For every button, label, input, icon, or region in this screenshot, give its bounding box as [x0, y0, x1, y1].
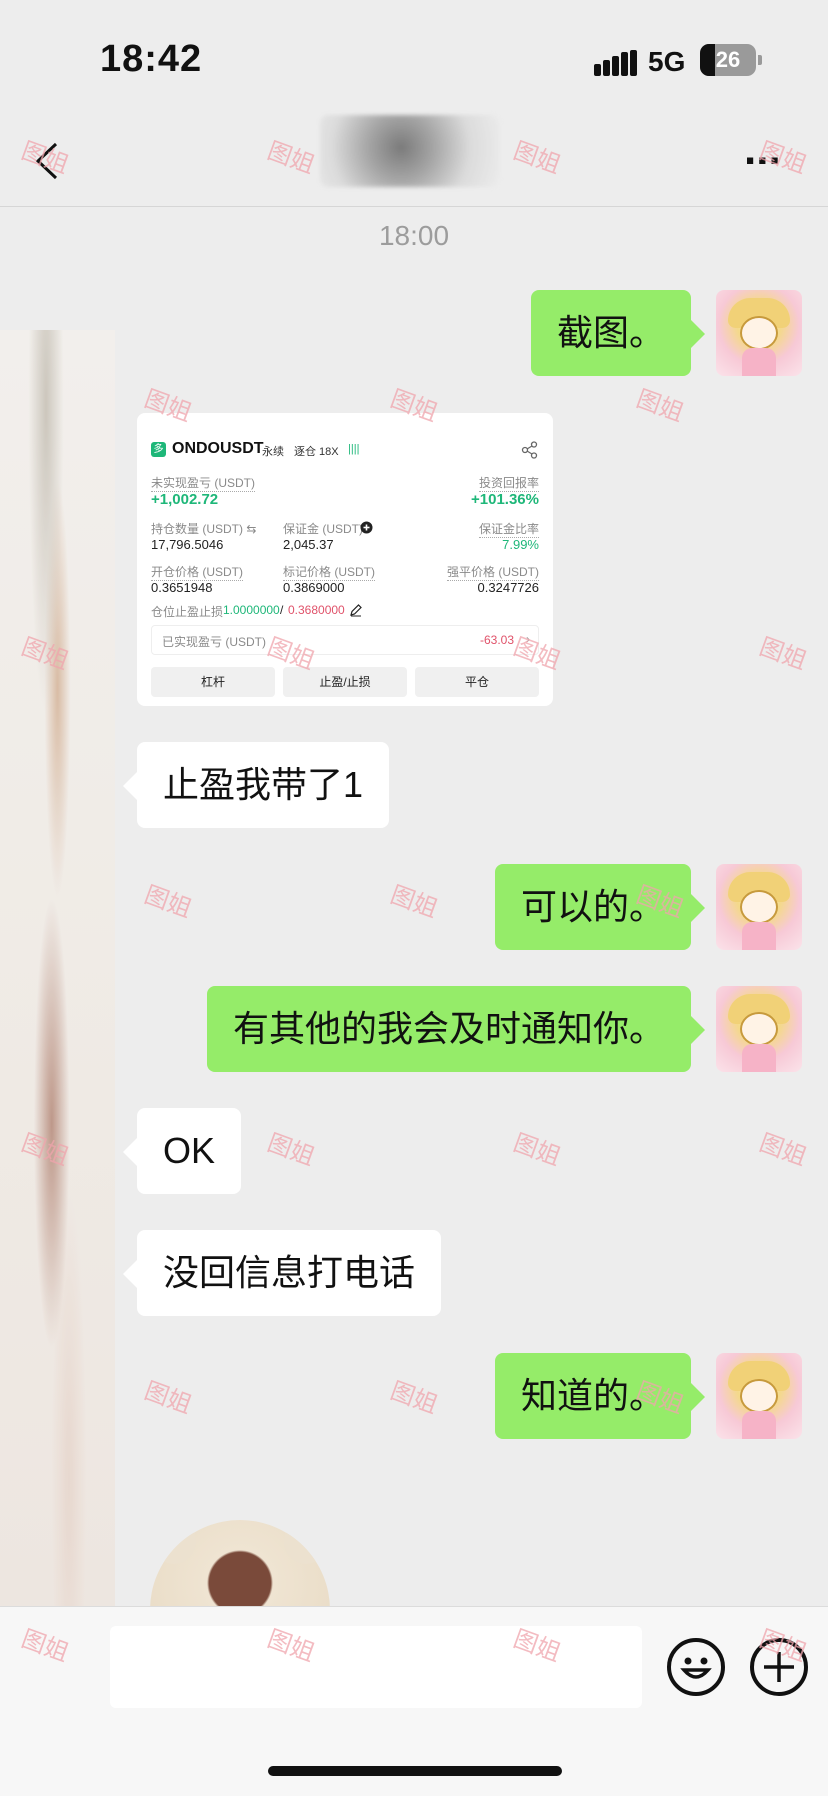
unrealized-value: +1,002.72 [151, 491, 219, 508]
realized-value: -63.03 [479, 633, 514, 647]
message-input[interactable] [110, 1626, 642, 1708]
realized-pnl-row: 已实现盈亏 (USDT) -63.03 › [151, 625, 539, 655]
message-bubble-mine[interactable]: 截图。 [530, 290, 706, 376]
tpsl-button: 止盈/止损 [283, 667, 407, 697]
watermark: 图姐 [509, 1129, 565, 1172]
watermark: 图姐 [755, 1129, 811, 1172]
signal-icon [594, 50, 638, 76]
message-bubble-theirs[interactable]: 没回信息打电话 [122, 1230, 442, 1316]
roi-label: 投资回报率 [478, 476, 539, 492]
realized-label: 已实现盈亏 (USDT) [162, 635, 266, 649]
my-avatar[interactable] [716, 290, 802, 376]
message-bubble-mine[interactable]: 有其他的我会及时通知你。 [206, 986, 706, 1072]
watermark: 图姐 [263, 1129, 319, 1172]
margin-ratio-label: 保证金比率 [478, 522, 539, 538]
mark-value: 0.3869000 [283, 580, 345, 595]
tp-value: 1.0000000 [223, 603, 280, 617]
network-type: 5G [648, 46, 686, 77]
margin-ratio-value: 7.99% [502, 537, 539, 552]
entry-label: 开仓价格 (USDT) [151, 565, 243, 581]
message-bubble-theirs[interactable]: OK [122, 1108, 242, 1194]
message-bubble-mine[interactable]: 知道的。 [494, 1353, 706, 1439]
margin-value: 2,045.37 [283, 537, 334, 552]
margin-label: 保证金 (USDT) [283, 522, 363, 536]
sl-value: 0.3680000 [288, 603, 345, 617]
chevron-right-icon: › [526, 632, 530, 646]
home-indicator[interactable] [268, 1766, 562, 1776]
side-badge: 多 [151, 442, 166, 457]
chat-title-blurred [320, 115, 500, 187]
my-avatar[interactable] [716, 986, 802, 1072]
watermark: 图姐 [140, 881, 196, 924]
liq-value: 0.3247726 [477, 580, 539, 595]
watermark: 图姐 [632, 385, 688, 428]
more-button[interactable]: ... [744, 128, 794, 180]
entry-value: 0.3651948 [151, 580, 213, 595]
liq-label: 强平价格 (USDT) [447, 565, 539, 581]
edit-icon [350, 604, 362, 617]
message-bubble-mine[interactable]: 可以的。 [494, 864, 706, 950]
card-bars: |||| [348, 443, 360, 455]
share-icon [521, 441, 538, 459]
message-bubble-theirs[interactable]: 止盈我带了1 [122, 742, 390, 828]
back-button[interactable] [28, 138, 68, 184]
close-position-button: 平仓 [415, 667, 539, 697]
tpsl-label: 仓位止盈止损 [151, 605, 224, 619]
message-timestamp: 18:00 [378, 220, 450, 251]
watermark: 图姐 [386, 1377, 442, 1420]
sticker-image[interactable] [150, 1520, 330, 1610]
chevron-left-icon [35, 142, 58, 180]
plus-circle-icon [764, 1652, 794, 1682]
status-time: 18:42 [100, 38, 203, 80]
watermark: 图姐 [386, 881, 442, 924]
chat-background-image [0, 330, 115, 1610]
watermark: 图姐 [140, 1377, 196, 1420]
add-margin-icon [360, 521, 373, 534]
card-contract: 永续 [262, 446, 284, 458]
battery-level: 26 [715, 47, 741, 72]
shared-screenshot-image[interactable]: 多 ONDOUSDT 永续 逐仓 18X |||| 未实现盈亏 (USDT) +… [137, 413, 553, 706]
leverage-button: 杠杆 [151, 667, 275, 697]
emoji-button[interactable] [667, 1638, 725, 1696]
roi-value: +101.36% [471, 491, 539, 508]
battery-icon: 26 [700, 44, 762, 76]
more-actions-button[interactable] [750, 1638, 808, 1696]
qty-value: 17,796.5046 [151, 537, 224, 552]
watermark: 图姐 [755, 633, 811, 676]
card-symbol: ONDOUSDT [172, 440, 264, 457]
my-avatar[interactable] [716, 1353, 802, 1439]
card-margin-mode: 逐仓 18X [294, 446, 339, 458]
my-avatar[interactable] [716, 864, 802, 950]
emoji-icon [680, 1657, 712, 1679]
tpsl-separator: / [280, 603, 284, 617]
mark-label: 标记价格 (USDT) [283, 565, 375, 581]
unrealized-label: 未实现盈亏 (USDT) [151, 476, 255, 492]
qty-label: 持仓数量 (USDT) ⇆ [151, 522, 257, 536]
